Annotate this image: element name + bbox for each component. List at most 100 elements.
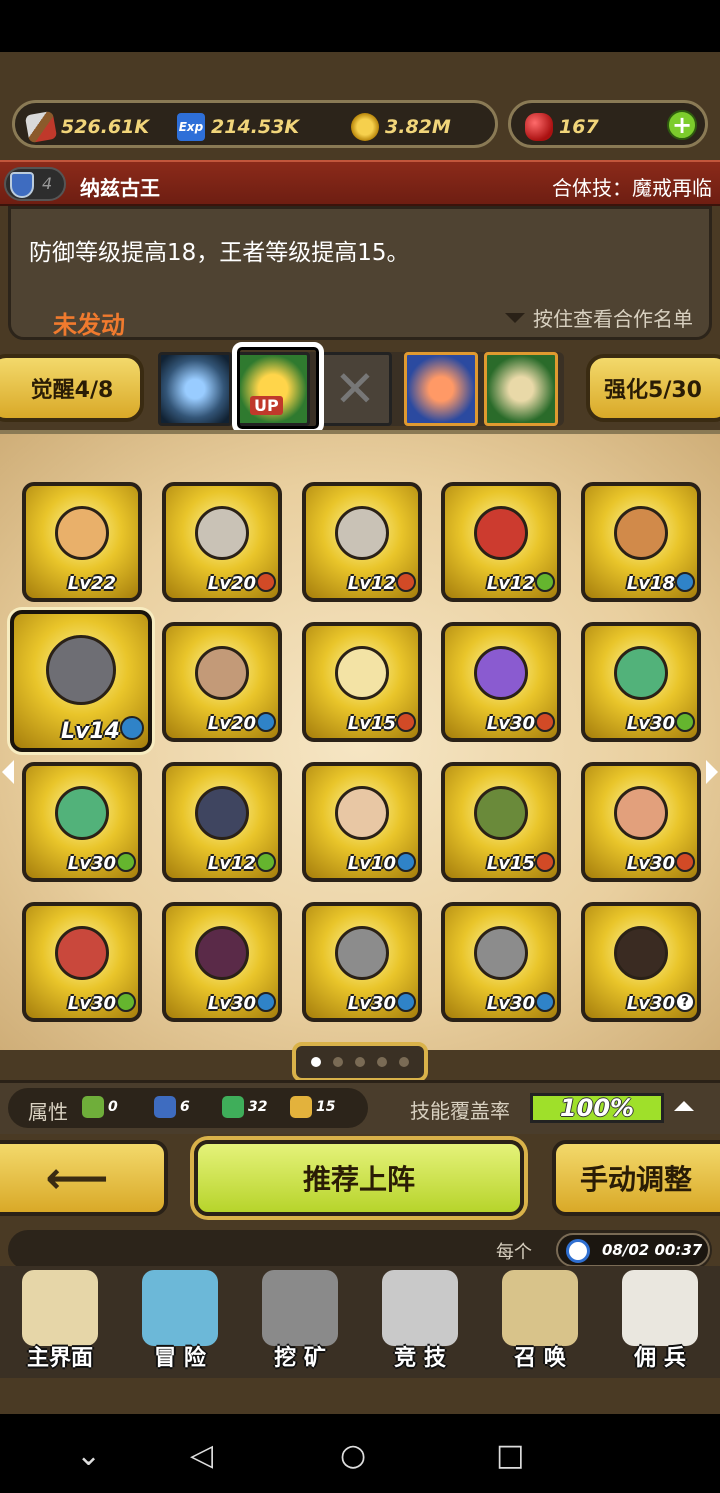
hero-card[interactable]: Lv30 — [22, 902, 142, 1022]
hero-level: Lv30 — [67, 993, 116, 1014]
arrow-left-icon: ⟵ — [45, 1152, 109, 1204]
nav-item[interactable]: 挖 矿 — [240, 1270, 360, 1374]
awaken-button[interactable]: 觉醒4/8 — [0, 354, 144, 422]
question-badge-icon: ? — [675, 992, 695, 1012]
activation-status: 未发动 — [53, 311, 125, 339]
hero-card[interactable]: Lv30 — [581, 622, 701, 742]
empty-slot-icon[interactable]: ✕ — [318, 352, 392, 426]
hero-level: Lv15 — [486, 853, 535, 874]
gem-bar: 167 + — [508, 100, 708, 148]
attack-resource: 526.61K — [24, 110, 150, 144]
magic-circle-icon[interactable] — [158, 352, 232, 426]
stat-value: 15 — [316, 1099, 336, 1115]
hero-portrait — [195, 926, 249, 981]
nav-label: 竞 技 — [394, 1346, 446, 1371]
hero-card[interactable]: Lv30 — [22, 762, 142, 882]
attack-value: 526.61K — [61, 116, 150, 138]
hero-card[interactable]: Lv22 — [22, 482, 142, 602]
nav-label: 佣 兵 — [634, 1346, 686, 1371]
page-dot[interactable] — [355, 1057, 365, 1067]
hero-portrait — [474, 646, 528, 701]
hero-level: Lv30 — [67, 853, 116, 874]
element-badge-icon — [675, 572, 695, 592]
hero-card[interactable]: Lv30 — [302, 902, 422, 1022]
stat-shield: 6 — [154, 1096, 190, 1118]
enhance-button[interactable]: 强化5/30 — [586, 354, 720, 422]
hero-card[interactable]: Lv30 — [441, 622, 561, 742]
nav-item[interactable]: 召 唤 — [480, 1270, 600, 1374]
element-badge-icon — [256, 992, 276, 1012]
chevron-down-icon[interactable]: ⌄ — [76, 1438, 101, 1473]
crown-icon — [290, 1096, 312, 1118]
page-dot[interactable] — [399, 1057, 409, 1067]
hero-card[interactable]: Lv30 — [162, 902, 282, 1022]
hero-level: Lv30 — [347, 993, 396, 1014]
scroll-icon[interactable] — [484, 352, 558, 426]
pickaxe-icon — [262, 1270, 338, 1346]
recents-icon[interactable]: □ — [496, 1438, 524, 1473]
hero-level: Lv18 — [626, 573, 675, 594]
hero-card[interactable]: Lv18 — [581, 482, 701, 602]
nav-item[interactable]: 竞 技 — [360, 1270, 480, 1374]
hero-portrait — [55, 926, 109, 981]
hero-grid: Lv22 Lv20 Lv12 Lv12 Lv18 Lv14 Lv20 Lv15 Lv30 Lv30… — [0, 434, 720, 1054]
back-icon[interactable]: ◁ — [190, 1438, 213, 1473]
nav-item[interactable]: 冒 险 — [120, 1270, 240, 1374]
gem-resource: 167 — [525, 113, 599, 141]
nav-label: 挖 矿 — [274, 1346, 326, 1371]
hero-card[interactable]: Lv30 — [581, 762, 701, 882]
hero-card[interactable]: Lv20 — [162, 622, 282, 742]
timestamp: 08/02 00:37 — [602, 1241, 703, 1259]
shield-icon — [154, 1096, 176, 1118]
hero-portrait — [195, 786, 249, 841]
hero-card[interactable]: Lv30 — [441, 902, 561, 1022]
stats-bar: 属性 0 6 32 15 技能覆盖率 100% — [0, 1080, 720, 1134]
hero-level: Lv12 — [486, 573, 535, 594]
home-icon[interactable]: ○ — [340, 1438, 366, 1473]
hero-portrait — [335, 506, 389, 561]
hero-level: Lv30 — [626, 993, 675, 1014]
hero-card[interactable]: Lv12 — [302, 482, 422, 602]
prev-page-arrow[interactable] — [2, 760, 14, 784]
expand-up-icon[interactable] — [674, 1101, 694, 1111]
nav-item[interactable]: 佣 兵 — [600, 1270, 720, 1374]
nav-label: 召 唤 — [514, 1346, 566, 1371]
description-box: 防御等级提高18，王者等级提高15。 未发动 按住查看合作名单 — [8, 206, 712, 340]
manual-adjust-button[interactable]: 手动调整 — [552, 1140, 720, 1216]
page-dot[interactable] — [311, 1057, 321, 1067]
back-button[interactable]: ⟵ — [0, 1140, 168, 1216]
hero-card[interactable]: Lv15 — [441, 762, 561, 882]
nav-label: 主界面 — [26, 1346, 93, 1371]
flame-sword-icon[interactable] — [404, 352, 478, 426]
nav-label: 冒 险 — [154, 1346, 206, 1371]
hero-card[interactable]: Lv12 — [162, 762, 282, 882]
hero-portrait — [335, 646, 389, 701]
gem-value: 167 — [559, 116, 599, 138]
hero-card[interactable]: Lv15 — [302, 622, 422, 742]
element-badge-icon — [396, 572, 416, 592]
hero-card[interactable]: Lv14 — [10, 610, 152, 752]
summon-scroll-icon — [502, 1270, 578, 1346]
map-scroll-icon — [22, 1270, 98, 1346]
team-level: 4 — [42, 174, 53, 193]
nav-item[interactable]: 主界面 — [0, 1270, 120, 1374]
page-dot[interactable] — [333, 1057, 343, 1067]
hero-level: Lv30 — [486, 993, 535, 1014]
add-gems-button[interactable]: + — [667, 110, 697, 140]
crossed-swords-icon — [382, 1270, 458, 1346]
hold-hint-text: 按住查看合作名单 — [533, 307, 693, 331]
team-header: 4 纳兹古王 合体技：魔戒再临 — [0, 160, 720, 206]
hero-portrait — [614, 786, 668, 841]
element-badge-icon — [396, 992, 416, 1012]
page-dot[interactable] — [377, 1057, 387, 1067]
stat-value: 6 — [180, 1099, 190, 1115]
hero-card[interactable]: Lv20 — [162, 482, 282, 602]
hero-card[interactable]: Lv10 — [302, 762, 422, 882]
partner-list-hint[interactable]: 按住查看合作名单 — [505, 303, 693, 332]
next-page-arrow[interactable] — [706, 760, 718, 784]
hero-card[interactable]: Lv30? — [581, 902, 701, 1022]
bottom-nav: 主界面 冒 险 挖 矿 竞 技 召 唤 佣 兵 — [0, 1266, 720, 1378]
hero-card[interactable]: Lv12 — [441, 482, 561, 602]
recommend-button[interactable]: 推荐上阵 — [194, 1140, 524, 1216]
stat-value: 32 — [248, 1099, 268, 1115]
